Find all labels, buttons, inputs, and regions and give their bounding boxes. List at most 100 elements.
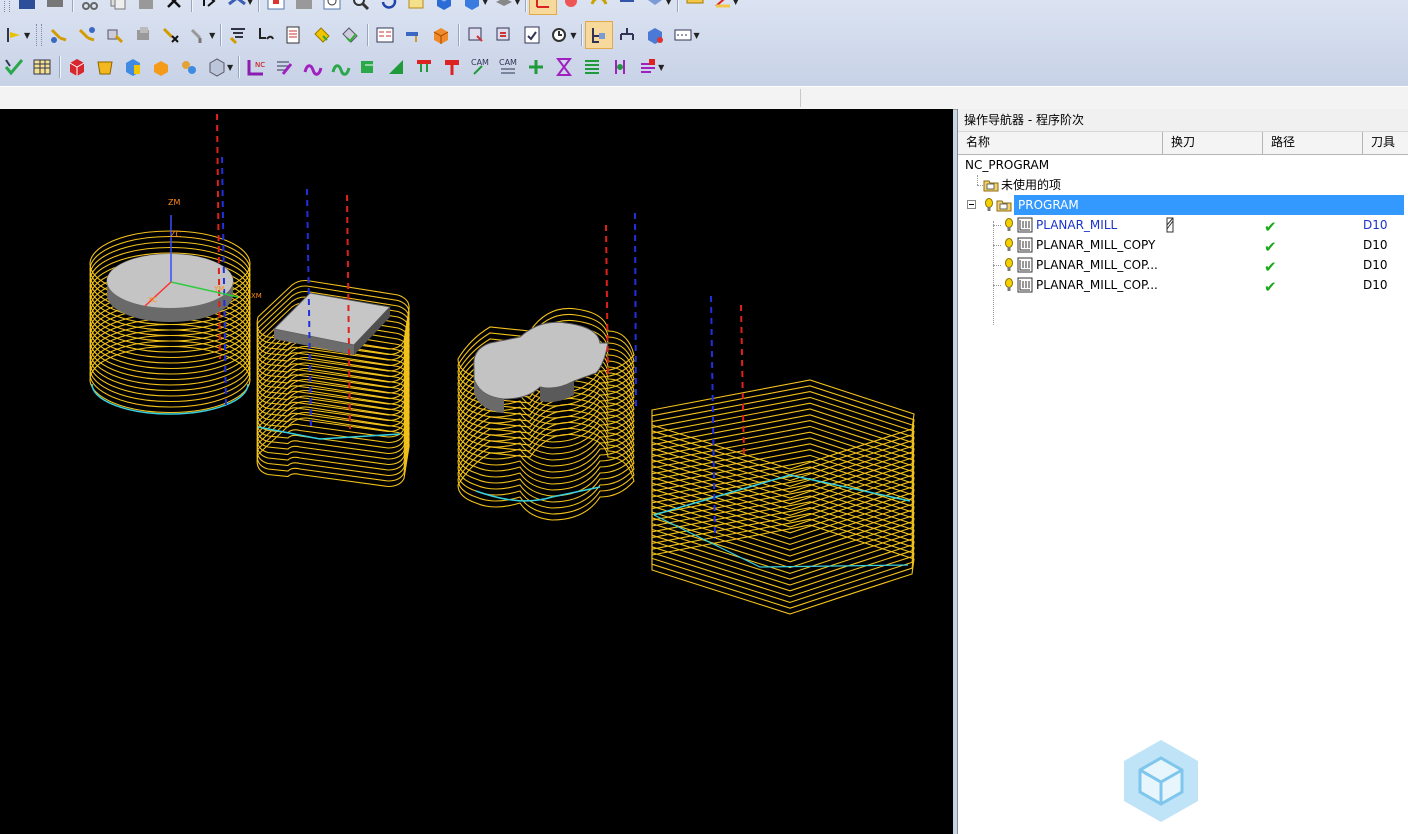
settings-icon[interactable]	[669, 21, 697, 49]
blue-block-icon[interactable]	[119, 53, 147, 81]
zoom-window-icon[interactable]	[290, 0, 318, 15]
delete-icon[interactable]	[160, 0, 188, 15]
create-operation-icon[interactable]	[129, 21, 157, 49]
cam-icon[interactable]: CAM	[466, 53, 494, 81]
generate-icon[interactable]	[371, 21, 399, 49]
layer-icon[interactable]	[490, 0, 518, 15]
geometry-view-icon[interactable]	[280, 21, 308, 49]
rotate-icon[interactable]	[374, 0, 402, 15]
navigator-title: 操作导航器 - 程序阶次	[958, 109, 1408, 132]
create-tool-icon[interactable]	[45, 21, 73, 49]
lines-icon[interactable]	[578, 53, 606, 81]
edit-icon[interactable]	[270, 53, 298, 81]
create-method-icon[interactable]	[101, 21, 129, 49]
display-object-icon[interactable]	[185, 21, 213, 49]
copy-icon[interactable]	[104, 0, 132, 15]
transform-icon[interactable]	[522, 53, 550, 81]
orange-block-icon[interactable]	[147, 53, 175, 81]
verify-icon[interactable]	[427, 21, 455, 49]
output-icon[interactable]	[518, 21, 546, 49]
ruler-icon[interactable]	[681, 0, 709, 15]
hourglass-icon[interactable]	[550, 53, 578, 81]
time-icon[interactable]	[546, 21, 574, 49]
postprocess-icon[interactable]	[354, 53, 382, 81]
speed-icon[interactable]	[326, 53, 354, 81]
table-icon[interactable]	[28, 53, 56, 81]
folder-icon	[996, 200, 1012, 212]
create-program-icon[interactable]	[0, 21, 28, 49]
replay-icon[interactable]	[399, 21, 427, 49]
operation-name: PLANAR_MILL_COP...	[1036, 278, 1158, 292]
cam-list-icon[interactable]: CAM	[494, 53, 522, 81]
create-geometry-icon[interactable]	[73, 21, 101, 49]
view-icon[interactable]	[223, 0, 251, 15]
column-tool-change[interactable]: 换刀	[1163, 132, 1263, 154]
svg-text:CAM: CAM	[471, 58, 489, 67]
pan-icon[interactable]	[402, 0, 430, 15]
tree-node-unused[interactable]: 未使用的项	[958, 175, 1408, 195]
bin-icon[interactable]	[91, 53, 119, 81]
measure-icon[interactable]	[709, 0, 737, 15]
machine-tool-view-icon[interactable]	[252, 21, 280, 49]
square-toolpath[interactable]	[256, 279, 410, 488]
tree-node-nc-program[interactable]: NC_PROGRAM	[958, 155, 1408, 175]
model-view[interactable]: ZM ZC XC YM XM	[0, 109, 953, 834]
cube-icon[interactable]	[458, 0, 486, 15]
tree-node-program[interactable]: PROGRAM	[958, 195, 1408, 215]
planar-mill-icon	[1017, 277, 1033, 293]
geometry-icon[interactable]	[585, 0, 613, 15]
operation-tool: D10	[1363, 278, 1388, 292]
graphics-window[interactable]: ZM ZC XC YM XM	[0, 109, 953, 834]
print-icon[interactable]	[41, 0, 69, 15]
machining-method-view-icon[interactable]	[308, 21, 336, 49]
tool-icon[interactable]	[613, 0, 641, 15]
tree-view-icon[interactable]	[585, 21, 614, 49]
toolbar-grip-2[interactable]	[36, 24, 43, 46]
mcs-icon[interactable]	[557, 0, 585, 15]
wcs-icon[interactable]	[529, 0, 558, 15]
column-tool[interactable]: 刀具	[1363, 132, 1408, 154]
paste-icon[interactable]	[132, 0, 160, 15]
cue-line	[0, 86, 1408, 110]
assembly-icon[interactable]	[641, 21, 669, 49]
operation-name: PLANAR_MILL	[1036, 218, 1118, 232]
tree-node-operation[interactable]: PLANAR_MILL ✔ D10	[958, 215, 1408, 236]
zoom-icon[interactable]	[318, 0, 346, 15]
method-icon[interactable]	[641, 0, 669, 15]
undo-icon[interactable]	[195, 0, 223, 15]
list-icon[interactable]	[462, 21, 490, 49]
tree-node-operation[interactable]: PLANAR_MILL_COP... ✔ D10	[958, 255, 1408, 276]
object-check-icon[interactable]	[336, 21, 364, 49]
path-ok-icon: ✔	[1264, 238, 1277, 256]
arrows-icon[interactable]	[606, 53, 634, 81]
column-name[interactable]: 名称	[958, 132, 1163, 154]
toolbar-grip[interactable]	[4, 0, 10, 12]
delete-object-icon[interactable]	[157, 21, 185, 49]
multi-block-icon[interactable]	[175, 53, 203, 81]
cutter-icon[interactable]	[410, 53, 438, 81]
magnify-icon[interactable]	[346, 0, 374, 15]
red-block-icon[interactable]	[63, 53, 91, 81]
fit-icon[interactable]	[262, 0, 290, 15]
ipw-icon[interactable]	[203, 53, 231, 81]
pentagon-toolpath[interactable]	[651, 379, 915, 615]
program-order-view-icon[interactable]	[224, 21, 252, 49]
node-label: NC_PROGRAM	[965, 158, 1050, 172]
tree-node-operation[interactable]: PLANAR_MILL_COP... ✔ D10	[958, 275, 1408, 296]
ramp-icon[interactable]	[382, 53, 410, 81]
hierarchy-icon[interactable]	[613, 21, 641, 49]
cylinder-toolpath[interactable]	[89, 230, 251, 415]
cut-icon[interactable]	[76, 0, 104, 15]
shaded-cube-icon[interactable]	[430, 0, 458, 15]
save-icon[interactable]	[13, 0, 41, 15]
mill-red-icon[interactable]	[438, 53, 466, 81]
machine-icon[interactable]	[634, 53, 662, 81]
column-path[interactable]: 路径	[1263, 132, 1363, 154]
check-icon[interactable]	[0, 53, 28, 81]
collapse-icon[interactable]	[967, 200, 976, 209]
tree-node-operation[interactable]: PLANAR_MILL_COPY ✔ D10	[958, 235, 1408, 256]
feed-icon[interactable]	[298, 53, 326, 81]
shop-doc-icon[interactable]	[490, 21, 518, 49]
nc-output-icon[interactable]: NC	[242, 53, 270, 81]
lightbulb-icon	[1005, 258, 1013, 271]
